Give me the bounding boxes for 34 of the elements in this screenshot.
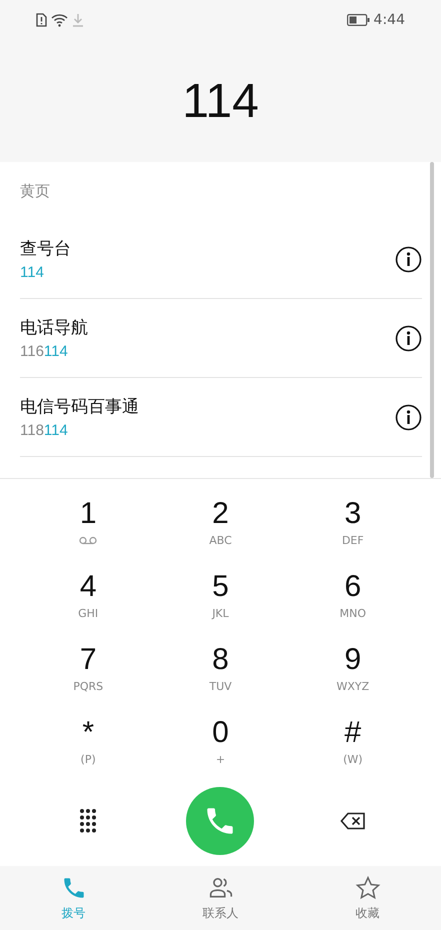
dial-key[interactable]: 3 DEF (286, 489, 419, 562)
entry-number: 118114 (20, 422, 69, 439)
entry-name[interactable]: 查号台 (20, 237, 395, 260)
nav-tab[interactable]: 收藏 (294, 866, 441, 930)
dial-key[interactable]: 5 JKL (154, 562, 287, 635)
backspace-icon[interactable] (340, 812, 366, 830)
voicemail-icon (79, 536, 98, 545)
entry-number: 114 (20, 264, 45, 281)
dial-key[interactable]: 1 (22, 489, 154, 562)
info-icon[interactable] (395, 404, 422, 430)
battery-icon (346, 14, 370, 26)
dialed-number: 114 (182, 74, 259, 128)
info-icon[interactable] (395, 246, 422, 272)
dial-key[interactable]: 2 ABC (154, 489, 287, 562)
entry-name[interactable]: 电话导航 (20, 316, 395, 339)
star-icon (354, 874, 380, 900)
download-icon (72, 13, 84, 27)
nav-tab[interactable]: 联系人 (147, 866, 294, 930)
dial-key[interactable]: 6 MNO (286, 562, 419, 635)
dial-key[interactable]: 7 PQRS (22, 635, 154, 708)
entry-name[interactable]: 电信号码百事通 (20, 395, 395, 418)
dial-key[interactable]: # (W) (286, 708, 419, 781)
dial-key[interactable]: * (P) (22, 708, 154, 781)
dial-key[interactable]: 0 + (154, 708, 287, 781)
wifi-icon (51, 13, 68, 27)
status-time: 4:44 (374, 12, 405, 28)
dial-key[interactable]: 8 TUV (154, 635, 287, 708)
dial-key[interactable]: 4 GHI (22, 562, 154, 635)
dial-key[interactable]: 9 WXYZ (286, 635, 419, 708)
info-icon[interactable] (395, 324, 422, 352)
dialpad-icon[interactable] (79, 808, 98, 834)
entry-number: 116114 (20, 343, 69, 360)
sim-alert-icon (36, 13, 47, 27)
section-header: 黄页 (20, 182, 50, 200)
